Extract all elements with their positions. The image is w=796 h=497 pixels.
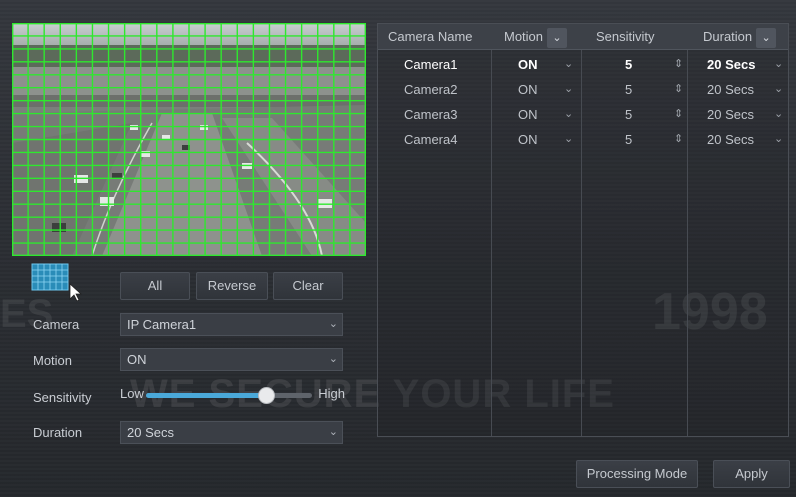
chevron-down-icon: ⌄ xyxy=(328,318,338,330)
header-sensitivity: Sensitivity xyxy=(596,29,655,44)
chevron-down-icon[interactable]: ⌄ xyxy=(564,77,573,102)
cell-camera-name[interactable]: Camera1 xyxy=(404,52,457,77)
spinner-icon[interactable]: ⇕ xyxy=(674,102,683,127)
chevron-down-icon[interactable]: ⌄ xyxy=(564,102,573,127)
processing-mode-button[interactable]: Processing Mode xyxy=(576,460,698,488)
duration-label: Duration xyxy=(33,425,83,440)
motion-settings-screen: ES 1998 WE SECURE YOUR LIFE All Reverse … xyxy=(0,0,796,497)
table-row[interactable]: Camera1 ON 5 20 Secs ⌄ ⇕ ⌄ xyxy=(378,52,788,77)
cell-motion[interactable]: ON xyxy=(518,102,538,127)
area-draw-tool[interactable] xyxy=(30,262,83,302)
apply-button[interactable]: Apply xyxy=(713,460,790,488)
motion-label: Motion xyxy=(33,353,73,368)
cell-duration[interactable]: 20 Secs xyxy=(707,52,755,77)
chevron-down-icon[interactable]: ⌄ xyxy=(756,27,777,48)
chevron-down-icon: ⌄ xyxy=(328,353,338,365)
cell-camera-name[interactable]: Camera2 xyxy=(404,77,457,102)
duration-select-value: 20 Secs xyxy=(127,425,174,440)
table-row[interactable]: Camera2 ON 5 20 Secs ⌄ ⇕ ⌄ xyxy=(378,77,788,102)
cursor-icon xyxy=(69,283,83,302)
cell-motion[interactable]: ON xyxy=(518,52,538,77)
header-duration[interactable]: Duration ⌄ xyxy=(703,24,777,50)
spinner-icon[interactable]: ⇕ xyxy=(674,127,683,152)
clear-button[interactable]: Clear xyxy=(273,272,343,300)
chevron-down-icon[interactable]: ⌄ xyxy=(774,52,783,77)
spinner-icon[interactable]: ⇕ xyxy=(674,77,683,102)
cell-duration[interactable]: 20 Secs xyxy=(707,77,754,102)
table-row[interactable]: Camera3 ON 5 20 Secs ⌄ ⇕ ⌄ xyxy=(378,102,788,127)
slider-high-label: High xyxy=(318,386,345,401)
slider-low-label: Low xyxy=(120,386,144,401)
slider-fill xyxy=(146,393,266,398)
spinner-icon[interactable]: ⇕ xyxy=(674,52,683,77)
reverse-button[interactable]: Reverse xyxy=(196,272,268,300)
motion-select[interactable]: ON ⌄ xyxy=(120,348,343,371)
camera-select-value: IP Camera1 xyxy=(127,317,197,332)
preview-image[interactable] xyxy=(12,23,366,256)
select-all-button[interactable]: All xyxy=(120,272,190,300)
camera-label: Camera xyxy=(33,317,80,332)
chevron-down-icon: ⌄ xyxy=(328,426,338,438)
cell-duration[interactable]: 20 Secs xyxy=(707,102,754,127)
duration-select[interactable]: 20 Secs ⌄ xyxy=(120,421,343,444)
sensitivity-label: Sensitivity xyxy=(33,390,92,405)
chevron-down-icon[interactable]: ⌄ xyxy=(547,27,568,48)
camera-preview[interactable] xyxy=(12,23,366,256)
header-motion[interactable]: Motion ⌄ xyxy=(504,24,568,50)
cell-duration[interactable]: 20 Secs xyxy=(707,127,754,152)
grid-icon xyxy=(31,263,83,302)
header-camera-name: Camera Name xyxy=(388,29,473,44)
camera-motion-table: Camera Name Motion ⌄ Sensitivity Duration… xyxy=(377,23,789,437)
cell-sensitivity[interactable]: 5 xyxy=(625,77,632,102)
cell-sensitivity[interactable]: 5 xyxy=(625,52,632,77)
cell-camera-name[interactable]: Camera4 xyxy=(404,127,457,152)
camera-select[interactable]: IP Camera1 ⌄ xyxy=(120,313,343,336)
slider-thumb[interactable] xyxy=(257,387,275,404)
cell-motion[interactable]: ON xyxy=(518,127,538,152)
table-row[interactable]: Camera4 ON 5 20 Secs ⌄ ⇕ ⌄ xyxy=(378,127,788,152)
chevron-down-icon[interactable]: ⌄ xyxy=(774,77,783,102)
motion-select-value: ON xyxy=(127,352,147,367)
chevron-down-icon[interactable]: ⌄ xyxy=(564,52,573,77)
sensitivity-slider[interactable]: Low High xyxy=(120,384,345,406)
cell-sensitivity[interactable]: 5 xyxy=(625,127,632,152)
cell-motion[interactable]: ON xyxy=(518,77,538,102)
chevron-down-icon[interactable]: ⌄ xyxy=(564,127,573,152)
cell-camera-name[interactable]: Camera3 xyxy=(404,102,457,127)
table-header: Camera Name Motion ⌄ Sensitivity Duration… xyxy=(378,24,788,50)
chevron-down-icon[interactable]: ⌄ xyxy=(774,127,783,152)
cell-sensitivity[interactable]: 5 xyxy=(625,102,632,127)
chevron-down-icon[interactable]: ⌄ xyxy=(774,102,783,127)
slider-track[interactable] xyxy=(146,387,312,404)
